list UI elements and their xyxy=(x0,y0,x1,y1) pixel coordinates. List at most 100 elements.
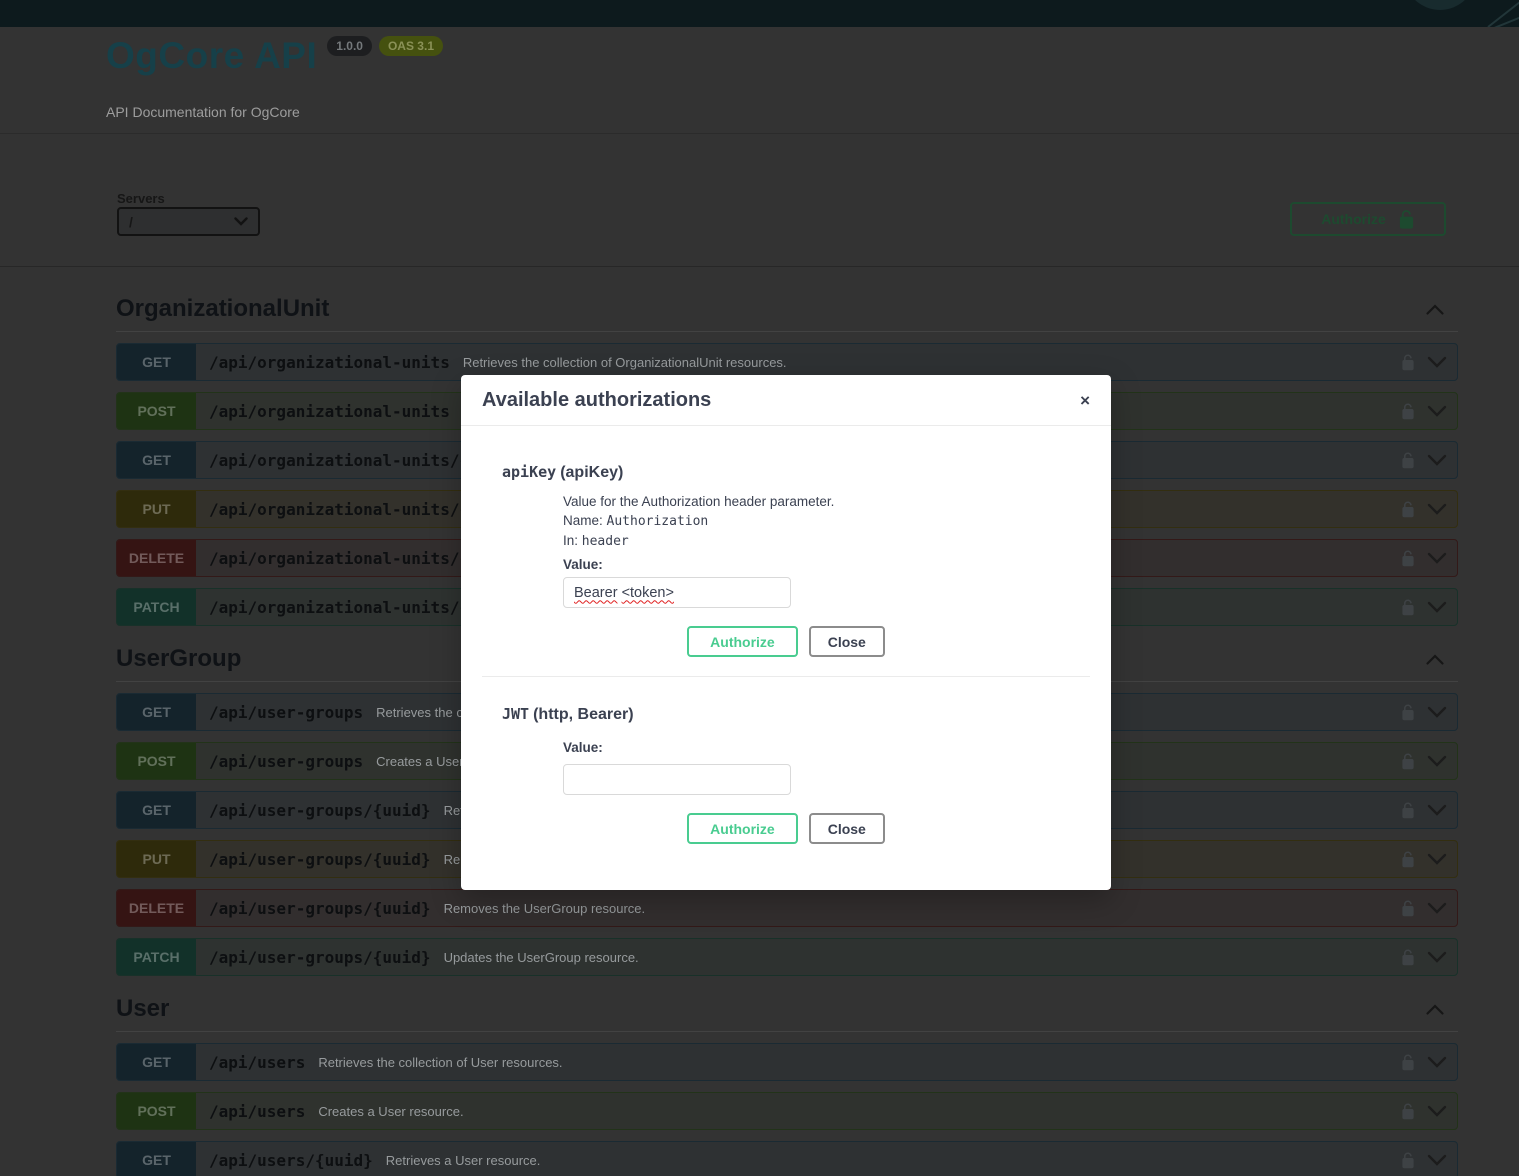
chevron-down-icon[interactable] xyxy=(1427,804,1447,816)
endpoint-path: /api/user-groups/{uuid} xyxy=(209,800,431,820)
apikey-name-value: Authorization xyxy=(606,514,709,529)
tag-title: UserGroup xyxy=(116,645,242,672)
chevron-down-icon[interactable] xyxy=(1427,454,1447,466)
auth-scheme-name: JWT xyxy=(502,705,530,723)
chevron-down-icon[interactable] xyxy=(1427,552,1447,564)
servers-label: Servers xyxy=(117,191,165,206)
method-badge: GET xyxy=(117,694,196,730)
unlock-icon[interactable] xyxy=(1401,452,1415,469)
close-button[interactable]: Close xyxy=(808,626,885,657)
chevron-down-icon[interactable] xyxy=(1427,356,1447,368)
method-badge: DELETE xyxy=(117,890,196,926)
close-icon[interactable]: × xyxy=(1080,392,1090,409)
method-badge: GET xyxy=(117,1142,196,1176)
method-badge: GET xyxy=(117,442,196,478)
endpoint-description: Removes the UserGroup resource. xyxy=(443,900,646,916)
unlock-icon[interactable] xyxy=(1401,851,1415,868)
available-authorizations-modal: Available authorizations × apiKey (apiKey… xyxy=(461,375,1111,890)
unlock-icon[interactable] xyxy=(1401,599,1415,616)
chevron-down-icon[interactable] xyxy=(1427,853,1447,865)
unlock-icon[interactable] xyxy=(1401,900,1415,917)
method-badge: PATCH xyxy=(117,589,196,625)
auth-scheme-jwt-heading: JWT (http, Bearer) xyxy=(502,705,1070,724)
endpoint-description: Retrieves the collection of User resourc… xyxy=(318,1054,563,1070)
auth-scheme-apikey-heading: apiKey (apiKey) xyxy=(502,463,1070,482)
endpoint-path: /api/users xyxy=(209,1052,306,1072)
tag-title: User xyxy=(116,995,170,1022)
auth-scheme-type: (apiKey) xyxy=(560,464,624,481)
unlock-icon[interactable] xyxy=(1401,704,1415,721)
endpoint-row[interactable]: POST /api/users Creates a User resource. xyxy=(116,1092,1458,1130)
modal-header: Available authorizations × xyxy=(461,375,1111,426)
close-button[interactable]: Close xyxy=(808,813,885,844)
server-select[interactable]: / xyxy=(117,207,260,236)
method-badge: POST xyxy=(117,743,196,779)
unlock-icon[interactable] xyxy=(1401,1152,1415,1169)
modal-body: apiKey (apiKey) Value for the Authorizati… xyxy=(461,463,1111,844)
chevron-down-icon[interactable] xyxy=(1427,951,1447,963)
scheme-container: Servers / Authorize xyxy=(0,134,1519,267)
value-label: Value: xyxy=(563,740,603,755)
unlock-icon[interactable] xyxy=(1401,753,1415,770)
authorize-button[interactable]: Authorize xyxy=(687,626,798,657)
apikey-buttons: Authorize Close xyxy=(502,626,1070,657)
version-badge: 1.0.0 xyxy=(327,36,372,56)
endpoint-path: /api/organizational-units xyxy=(209,401,450,421)
method-badge: PATCH xyxy=(117,939,196,975)
endpoint-path: /api/organizational-units xyxy=(209,352,450,372)
apikey-value-input[interactable]: Bearer <token> xyxy=(563,577,791,608)
method-badge: DELETE xyxy=(117,540,196,576)
unlock-icon[interactable] xyxy=(1401,550,1415,567)
unlock-icon xyxy=(1399,209,1413,229)
unlock-icon[interactable] xyxy=(1401,501,1415,518)
chevron-down-icon[interactable] xyxy=(1427,601,1447,613)
chevron-up-icon[interactable] xyxy=(1426,653,1444,665)
chevron-down-icon[interactable] xyxy=(1427,755,1447,767)
unlock-icon[interactable] xyxy=(1401,354,1415,371)
authorize-button[interactable]: Authorize xyxy=(687,813,798,844)
oas-badge: OAS 3.1 xyxy=(378,36,443,56)
apikey-in-row: In: header xyxy=(563,533,629,549)
unlock-icon[interactable] xyxy=(1401,949,1415,966)
tag-section-organizationalunit[interactable]: OrganizationalUnit xyxy=(116,295,1458,332)
value-label: Value: xyxy=(563,557,603,572)
apikey-fields: Value for the Authorization header param… xyxy=(563,495,1070,608)
apikey-in-value: header xyxy=(581,534,629,549)
chevron-down-icon[interactable] xyxy=(1427,1154,1447,1166)
method-badge: GET xyxy=(117,1044,196,1080)
unlock-icon[interactable] xyxy=(1401,1054,1415,1071)
method-badge: GET xyxy=(117,792,196,828)
jwt-buttons: Authorize Close xyxy=(502,813,1070,844)
unlock-icon[interactable] xyxy=(1401,403,1415,420)
page-title: OgCore API xyxy=(106,35,318,76)
chevron-down-icon[interactable] xyxy=(1427,902,1447,914)
unlock-icon[interactable] xyxy=(1401,802,1415,819)
modal-title: Available authorizations xyxy=(482,388,712,411)
chevron-down-icon[interactable] xyxy=(1427,1105,1447,1117)
chevron-up-icon[interactable] xyxy=(1426,303,1444,315)
endpoint-description: Retrieves a User resource. xyxy=(385,1152,541,1168)
endpoint-row[interactable]: DELETE /api/user-groups/{uuid} Removes t… xyxy=(116,889,1458,927)
unlock-icon[interactable] xyxy=(1401,1103,1415,1120)
endpoint-path: /api/users xyxy=(209,1101,306,1121)
chevron-up-icon[interactable] xyxy=(1426,1003,1444,1015)
endpoint-row[interactable]: GET /api/users Retrieves the collection … xyxy=(116,1043,1458,1081)
endpoint-description: Creates a User resource. xyxy=(318,1103,464,1119)
endpoint-path: /api/users/{uuid} xyxy=(209,1150,373,1170)
jwt-value-input[interactable] xyxy=(563,764,791,795)
endpoint-row[interactable]: GET /api/users/{uuid} Retrieves a User r… xyxy=(116,1141,1458,1176)
topbar-logo-circle xyxy=(1404,0,1476,10)
method-badge: PUT xyxy=(117,841,196,877)
endpoint-row[interactable]: PATCH /api/user-groups/{uuid} Updates th… xyxy=(116,938,1458,976)
chevron-down-icon[interactable] xyxy=(1427,405,1447,417)
server-select-value: / xyxy=(129,213,133,230)
chevron-down-icon[interactable] xyxy=(1427,503,1447,515)
method-badge: GET xyxy=(117,344,196,380)
method-badge: POST xyxy=(117,393,196,429)
auth-scheme-name: apiKey xyxy=(502,463,557,481)
chevron-down-icon[interactable] xyxy=(1427,1056,1447,1068)
endpoint-description: Retrieves the collection of Organization… xyxy=(462,354,787,370)
chevron-down-icon[interactable] xyxy=(1427,706,1447,718)
authorize-button[interactable]: Authorize xyxy=(1290,202,1446,236)
tag-section-user[interactable]: User xyxy=(116,995,1458,1032)
